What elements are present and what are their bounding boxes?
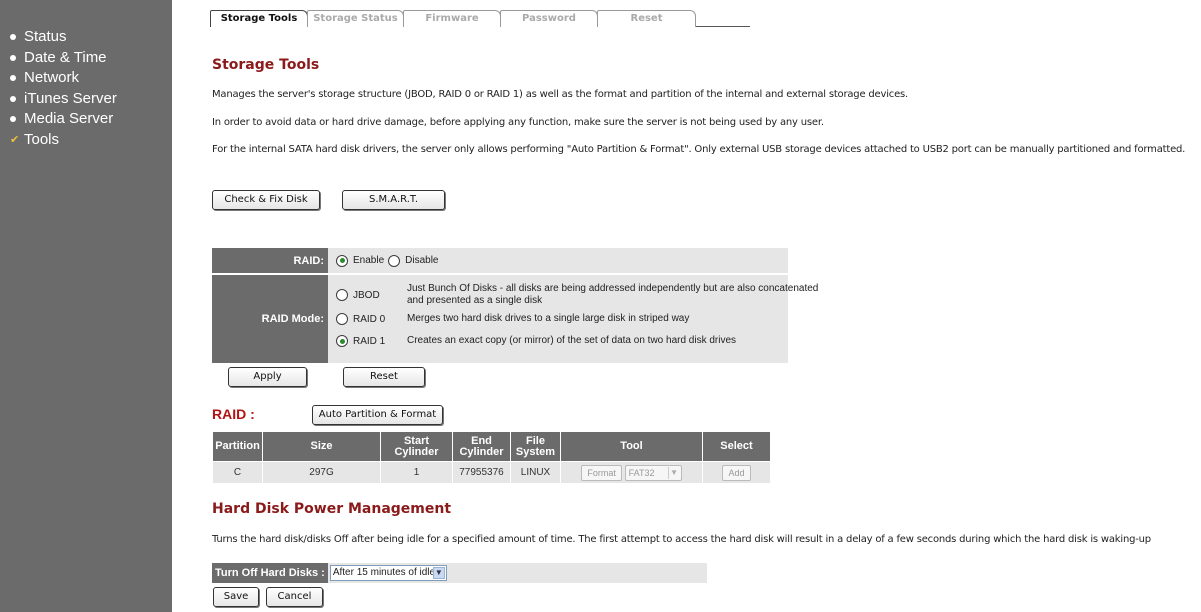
- partition-cell: C: [212, 461, 263, 484]
- sidebar-item-label: Tools: [24, 130, 60, 148]
- raid-settings-panel: RAID: Enable Disable RAID Mode: JBOD Jus…: [212, 248, 818, 363]
- turn-off-row: Turn Off Hard Disks : After 15 minutes o…: [212, 563, 707, 583]
- end-cylinder-cell: 77955376: [452, 461, 511, 484]
- chevron-down-icon: ▼: [432, 567, 445, 579]
- select-cell: Add: [702, 461, 771, 484]
- apply-button[interactable]: Apply: [228, 367, 307, 387]
- sidebar-item-network[interactable]: Network: [0, 68, 172, 89]
- sidebar: Status Date & Time Network iTunes Server…: [0, 0, 172, 612]
- tool-cell: Format FAT32 ▼: [560, 461, 703, 484]
- sidebar-item-media-server[interactable]: Media Server: [0, 109, 172, 130]
- tab-storage-status[interactable]: Storage Status: [307, 10, 404, 27]
- sidebar-item-tools[interactable]: ✔ Tools: [0, 130, 172, 151]
- page-title: Storage Tools: [212, 57, 320, 73]
- cancel-button[interactable]: Cancel: [266, 587, 323, 607]
- save-button[interactable]: Save: [213, 587, 259, 607]
- sidebar-item-status[interactable]: Status: [0, 27, 172, 48]
- file-system-select-value: FAT32: [628, 467, 655, 478]
- column-header-start-cylinder: Start Cylinder: [380, 431, 453, 462]
- tab-password[interactable]: Password: [500, 10, 598, 27]
- format-button[interactable]: Format: [581, 464, 622, 481]
- sidebar-item-label: Date & Time: [24, 48, 107, 66]
- power-description: Turns the hard disk/disks Off after bein…: [212, 534, 1151, 545]
- power-management-title: Hard Disk Power Management: [212, 501, 452, 517]
- column-header-tool: Tool: [560, 431, 703, 462]
- raid0-label: RAID 0: [353, 313, 386, 325]
- checkmark-icon: ✔: [10, 133, 20, 146]
- raid-enable-radio[interactable]: [336, 254, 348, 267]
- idle-time-select[interactable]: After 15 minutes of idle ▼: [329, 565, 447, 581]
- sidebar-item-label: Network: [24, 69, 80, 87]
- tab-storage-tools[interactable]: Storage Tools: [210, 10, 308, 27]
- sidebar-item-date-time[interactable]: Date & Time: [0, 48, 172, 69]
- size-cell: 297G: [262, 461, 381, 484]
- raid-section-title: RAID :: [212, 406, 255, 422]
- warning-text: In order to avoid data or hard drive dam…: [212, 117, 824, 128]
- bullet-icon: [10, 95, 16, 102]
- tab-bar: Storage Tools Storage Status Firmware Pa…: [210, 10, 750, 27]
- description-text: Manages the server's storage structure (…: [212, 89, 909, 100]
- partition-table: Partition Size Start Cylinder End Cylind…: [212, 431, 771, 484]
- raid-enable-label: Enable: [353, 255, 385, 266]
- jbod-radio[interactable]: [336, 289, 348, 301]
- raid-disable-radio[interactable]: [388, 254, 401, 267]
- auto-partition-format-button[interactable]: Auto Partition & Format: [312, 405, 443, 425]
- tab-firmware[interactable]: Firmware: [403, 10, 501, 27]
- chevron-down-icon: ▼: [667, 466, 680, 479]
- sata-note-text: For the internal SATA hard disk drivers,…: [212, 144, 1186, 155]
- sidebar-item-label: Media Server: [24, 110, 114, 128]
- bullet-icon: [10, 116, 16, 123]
- bullet-icon: [10, 75, 16, 82]
- raid0-radio[interactable]: [336, 313, 348, 325]
- column-header-file-system: File System: [510, 431, 561, 462]
- bullet-icon: [10, 54, 16, 61]
- start-cylinder-cell: 1: [380, 461, 453, 484]
- tab-reset[interactable]: Reset: [597, 10, 696, 27]
- sidebar-item-label: Status: [24, 28, 67, 46]
- column-header-partition: Partition: [212, 431, 263, 462]
- reset-button[interactable]: Reset: [343, 367, 425, 387]
- jbod-description: Just Bunch Of Disks - all disks are bein…: [407, 283, 819, 306]
- raid-mode-label: RAID Mode:: [212, 275, 328, 363]
- column-header-select: Select: [702, 431, 771, 462]
- raid-label: RAID:: [212, 248, 328, 275]
- table-row: C 297G 1 77955376 LINUX Format FAT32 ▼ Ad…: [212, 461, 771, 484]
- raid-disable-label: Disable: [405, 255, 439, 266]
- idle-time-select-value: After 15 minutes of idle: [332, 567, 436, 578]
- raid0-description: Merges two hard disk drives to a single …: [407, 313, 690, 324]
- raid1-description: Creates an exact copy (or mirror) of the…: [407, 335, 737, 346]
- turn-off-label: Turn Off Hard Disks :: [212, 563, 328, 583]
- jbod-label: JBOD: [353, 289, 380, 301]
- sidebar-item-itunes-server[interactable]: iTunes Server: [0, 89, 172, 110]
- raid1-radio[interactable]: [336, 335, 348, 347]
- column-header-size: Size: [262, 431, 381, 462]
- check-fix-disk-button[interactable]: Check & Fix Disk: [212, 190, 320, 210]
- smart-button[interactable]: S.M.A.R.T.: [342, 190, 445, 210]
- sidebar-item-label: iTunes Server: [24, 89, 117, 107]
- raid1-label: RAID 1: [353, 335, 386, 347]
- column-header-end-cylinder: End Cylinder: [452, 431, 511, 462]
- bullet-icon: [10, 34, 16, 41]
- add-button[interactable]: Add: [722, 464, 751, 481]
- file-system-select[interactable]: FAT32 ▼: [624, 464, 682, 481]
- file-system-cell: LINUX: [510, 461, 561, 484]
